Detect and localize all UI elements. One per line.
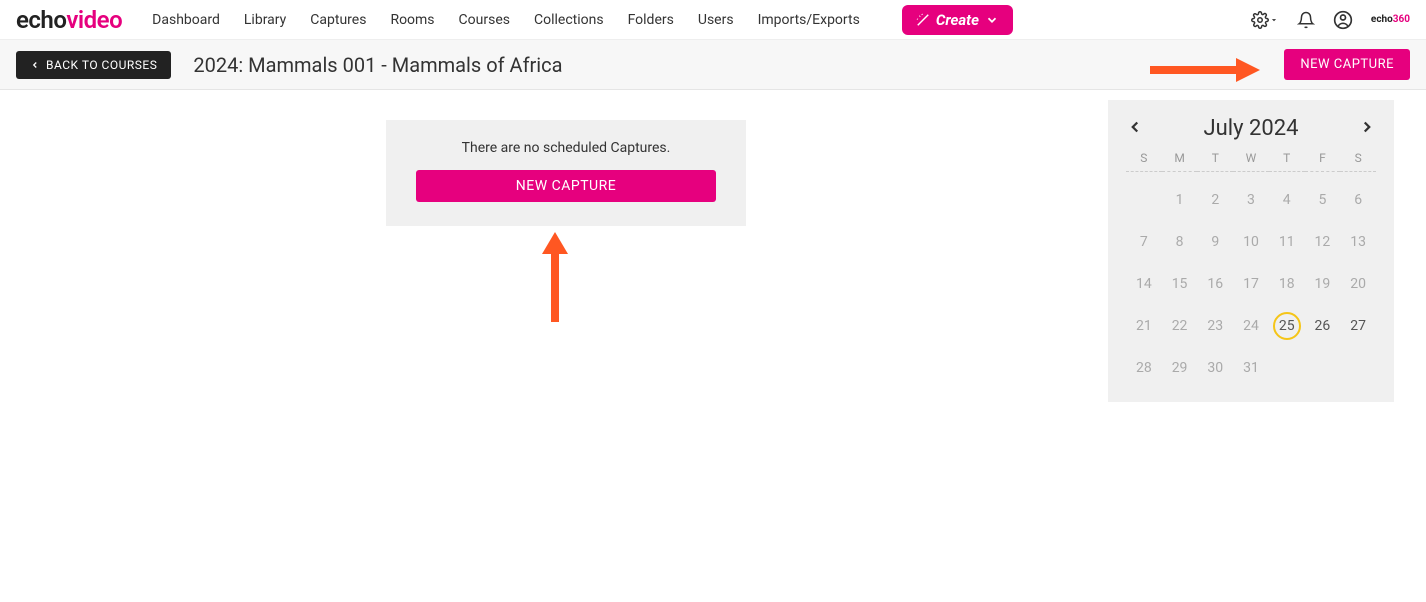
calendar-day[interactable]: 23 <box>1201 312 1229 340</box>
calendar-day[interactable]: 25 <box>1273 312 1301 340</box>
nav-library[interactable]: Library <box>244 12 286 28</box>
calendar-dow: T <box>1269 151 1305 172</box>
back-label: BACK TO COURSES <box>46 58 157 72</box>
empty-state-box: There are no scheduled Captures. NEW CAP… <box>386 120 746 226</box>
nav-collections[interactable]: Collections <box>534 12 604 28</box>
calendar-day[interactable]: 1 <box>1166 186 1194 214</box>
calendar-day[interactable]: 29 <box>1166 354 1194 382</box>
sub-header: BACK TO COURSES 2024: Mammals 001 - Mamm… <box>0 40 1426 90</box>
calendar-dow: S <box>1126 151 1162 172</box>
nav-folders[interactable]: Folders <box>628 12 674 28</box>
calendar-day[interactable]: 28 <box>1130 354 1158 382</box>
calendar-day[interactable]: 7 <box>1130 228 1158 256</box>
wand-icon <box>916 13 930 27</box>
settings-button[interactable] <box>1251 11 1279 29</box>
calendar-header: July 2024 <box>1126 116 1376 141</box>
calendar-day[interactable]: 18 <box>1273 270 1301 298</box>
top-nav: echovideo Dashboard Library Captures Roo… <box>0 0 1426 40</box>
calendar-day[interactable]: 13 <box>1344 228 1372 256</box>
calendar-day[interactable]: 26 <box>1308 312 1336 340</box>
user-circle-icon <box>1333 10 1353 30</box>
chevron-left-icon <box>1126 118 1144 136</box>
nav-rooms[interactable]: Rooms <box>390 12 434 28</box>
chevron-right-icon <box>1358 118 1376 136</box>
logo-part2: video <box>66 6 122 34</box>
calendar-day[interactable]: 5 <box>1308 186 1336 214</box>
empty-state-message: There are no scheduled Captures. <box>402 140 730 156</box>
calendar-dow: S <box>1340 151 1376 172</box>
calendar-day[interactable]: 2 <box>1201 186 1229 214</box>
brand-small-part2: 360 <box>1393 14 1410 25</box>
calendar-day[interactable]: 27 <box>1344 312 1372 340</box>
create-button[interactable]: Create <box>902 5 1013 35</box>
calendar-day[interactable]: 31 <box>1237 354 1265 382</box>
calendar-title: July 2024 <box>1204 116 1299 141</box>
nav-dashboard[interactable]: Dashboard <box>152 12 220 28</box>
nav-users[interactable]: Users <box>698 12 734 28</box>
calendar-day[interactable]: 12 <box>1308 228 1336 256</box>
brand-small-part1: echo <box>1371 14 1393 25</box>
course-title: 2024: Mammals 001 - Mammals of Africa <box>193 53 562 77</box>
calendar-day[interactable]: 24 <box>1237 312 1265 340</box>
calendar-day[interactable]: 6 <box>1344 186 1372 214</box>
brand-small: echo360 <box>1371 14 1410 25</box>
calendar-dow: M <box>1162 151 1198 172</box>
calendar-dow: F <box>1305 151 1341 172</box>
chevron-left-icon <box>30 60 40 70</box>
calendar-day[interactable]: 15 <box>1166 270 1194 298</box>
back-to-courses-button[interactable]: BACK TO COURSES <box>16 51 171 79</box>
gear-icon <box>1251 11 1269 29</box>
annotation-arrow-up <box>540 232 570 322</box>
topbar-right: echo360 <box>1251 10 1410 30</box>
bell-icon <box>1297 11 1315 29</box>
calendar-next-button[interactable] <box>1358 118 1376 140</box>
account-button[interactable] <box>1333 10 1353 30</box>
calendar-day[interactable]: 9 <box>1201 228 1229 256</box>
calendar-day[interactable]: 11 <box>1273 228 1301 256</box>
calendar-prev-button[interactable] <box>1126 118 1144 140</box>
calendar-day[interactable]: 22 <box>1166 312 1194 340</box>
new-capture-button-top[interactable]: NEW CAPTURE <box>1284 49 1410 80</box>
calendar-day[interactable]: 16 <box>1201 270 1229 298</box>
calendar-day[interactable]: 4 <box>1273 186 1301 214</box>
nav-items: Dashboard Library Captures Rooms Courses… <box>152 5 1013 35</box>
calendar-day[interactable]: 19 <box>1308 270 1336 298</box>
calendar-dow: W <box>1233 151 1269 172</box>
chevron-down-icon <box>985 13 999 27</box>
calendar-day[interactable]: 30 <box>1201 354 1229 382</box>
nav-courses[interactable]: Courses <box>459 12 510 28</box>
calendar-day[interactable]: 14 <box>1130 270 1158 298</box>
calendar-day[interactable]: 21 <box>1130 312 1158 340</box>
calendar: July 2024 SMTWTFS12345678910111213141516… <box>1108 100 1394 402</box>
notifications-button[interactable] <box>1297 11 1315 29</box>
new-capture-button-center[interactable]: NEW CAPTURE <box>416 170 716 202</box>
calendar-dow: T <box>1197 151 1233 172</box>
calendar-day[interactable]: 20 <box>1344 270 1372 298</box>
calendar-day[interactable]: 17 <box>1237 270 1265 298</box>
calendar-day[interactable]: 8 <box>1166 228 1194 256</box>
create-label: Create <box>936 11 979 29</box>
nav-imports-exports[interactable]: Imports/Exports <box>758 12 860 28</box>
logo[interactable]: echovideo <box>16 6 122 34</box>
logo-part1: echo <box>16 6 66 34</box>
calendar-day[interactable]: 10 <box>1237 228 1265 256</box>
calendar-grid: SMTWTFS123456789101112131415161718192021… <box>1126 151 1376 382</box>
caret-down-icon <box>1269 15 1279 25</box>
calendar-day[interactable]: 3 <box>1237 186 1265 214</box>
nav-captures[interactable]: Captures <box>310 12 366 28</box>
